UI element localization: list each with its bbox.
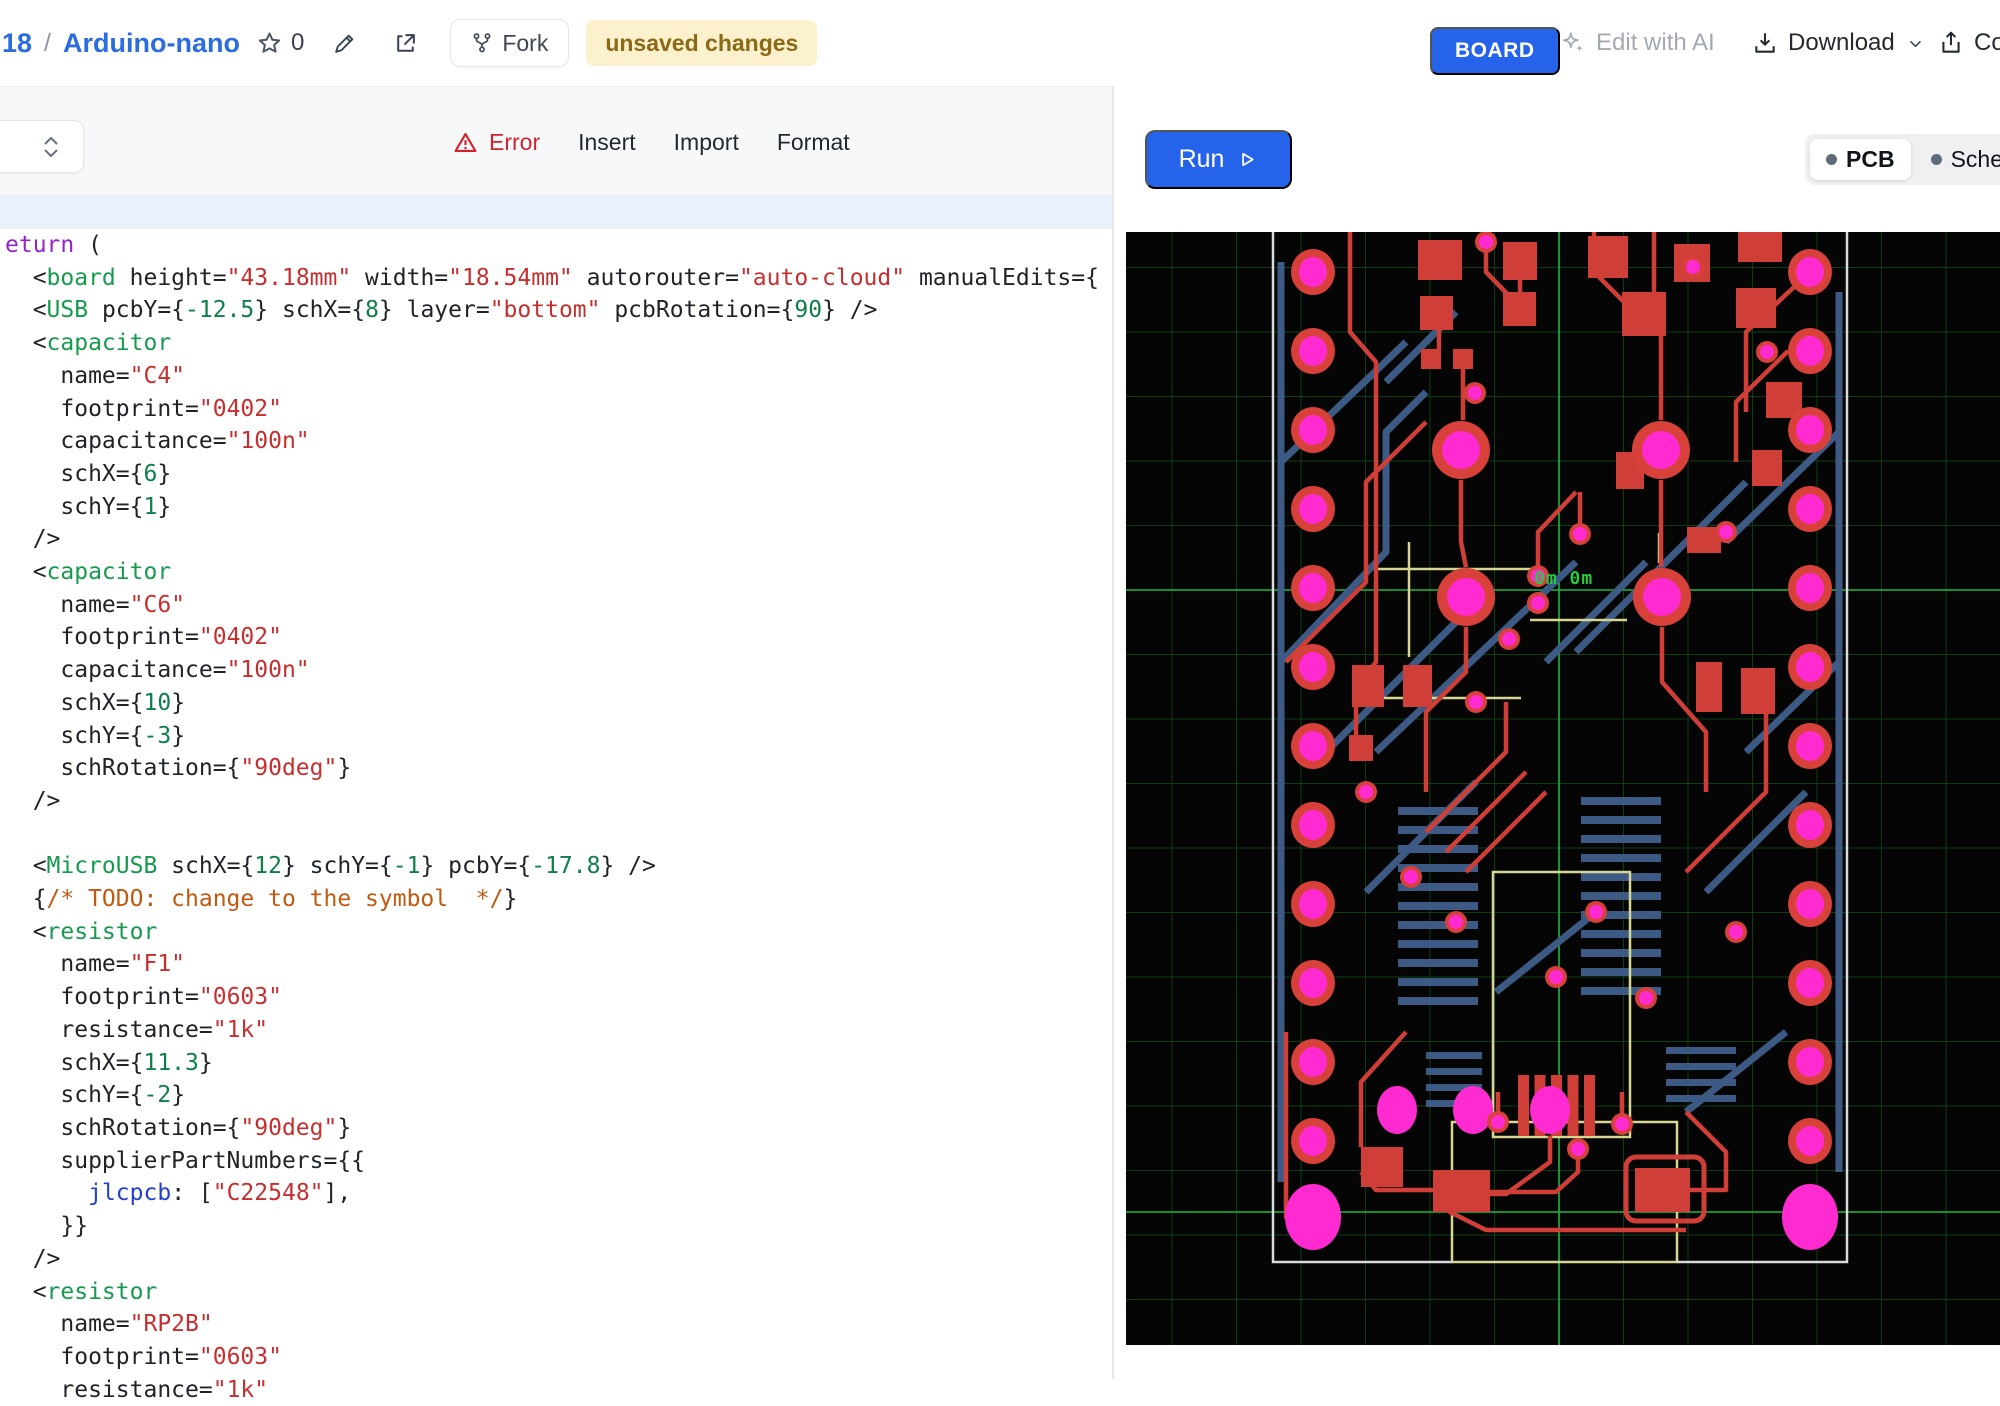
editor-toolbar: Error Insert Import Format [0, 86, 1112, 196]
pcb-render: 0m 0m [1126, 232, 2000, 1345]
file-select[interactable] [0, 120, 84, 173]
preview-toolbar: Run PCB Schematic [1114, 86, 2000, 232]
panel-divider[interactable] [1112, 86, 1114, 1379]
star-button[interactable] [256, 30, 283, 57]
download-label: Download [1788, 29, 1895, 57]
sparkle-icon [1560, 30, 1586, 56]
chevron-up-down-icon [41, 135, 61, 159]
tab-schematic[interactable]: Schematic [1915, 139, 2000, 180]
breadcrumb-owner[interactable]: 18 [2, 28, 32, 59]
external-link-icon [393, 31, 418, 56]
pencil-icon [332, 31, 357, 56]
board-button[interactable]: BOARD [1430, 27, 1560, 75]
unsaved-changes-badge: unsaved changes [586, 20, 817, 66]
chevron-down-icon [1907, 35, 1924, 52]
breadcrumb-separator: / [44, 29, 51, 58]
star-count: 0 [291, 29, 304, 57]
play-icon [1237, 149, 1258, 170]
editor-active-line-highlight [0, 196, 1112, 229]
fork-button[interactable]: Fork [450, 19, 569, 67]
download-button[interactable]: Download [1752, 0, 1924, 86]
rename-button[interactable] [332, 31, 357, 56]
import-menu-button[interactable]: Import [674, 129, 739, 156]
error-label: Error [489, 129, 540, 156]
format-menu-button[interactable]: Format [777, 129, 850, 156]
run-button[interactable]: Run [1145, 130, 1292, 189]
copy-label: Co [1974, 29, 2000, 57]
tab-pcb-label: PCB [1846, 146, 1895, 173]
pcb-status-dot [1826, 154, 1837, 165]
app-header: 18 / Arduino-nano 0 Fork [0, 0, 2000, 86]
breadcrumb-project-link[interactable]: Arduino-nano [63, 28, 240, 59]
download-icon [1752, 30, 1778, 56]
edit-with-ai-button[interactable]: Edit with AI [1560, 0, 1715, 86]
fork-icon [471, 32, 493, 54]
pcb-canvas[interactable]: 0m 0m [1126, 232, 2000, 1345]
edit-with-ai-label: Edit with AI [1596, 29, 1715, 57]
tab-schematic-label: Schematic [1951, 146, 2000, 173]
view-toggle-group: PCB Schematic [1805, 134, 2000, 185]
error-menu-button[interactable]: Error [452, 129, 540, 156]
pcb-cursor-coordinates: 0m 0m [1534, 568, 1593, 589]
run-label: Run [1179, 145, 1225, 174]
tab-pcb[interactable]: PCB [1810, 139, 1911, 180]
fork-label: Fork [502, 30, 548, 57]
open-external-button[interactable] [393, 31, 418, 56]
insert-menu-button[interactable]: Insert [578, 129, 636, 156]
copy-button[interactable]: Co [1938, 0, 2000, 86]
code-editor[interactable]: eturn ( <board height="43.18mm" width="1… [5, 229, 1112, 1379]
schematic-status-dot [1931, 154, 1942, 165]
warning-icon [452, 129, 479, 156]
share-upload-icon [1938, 30, 1964, 56]
star-icon [256, 30, 283, 57]
